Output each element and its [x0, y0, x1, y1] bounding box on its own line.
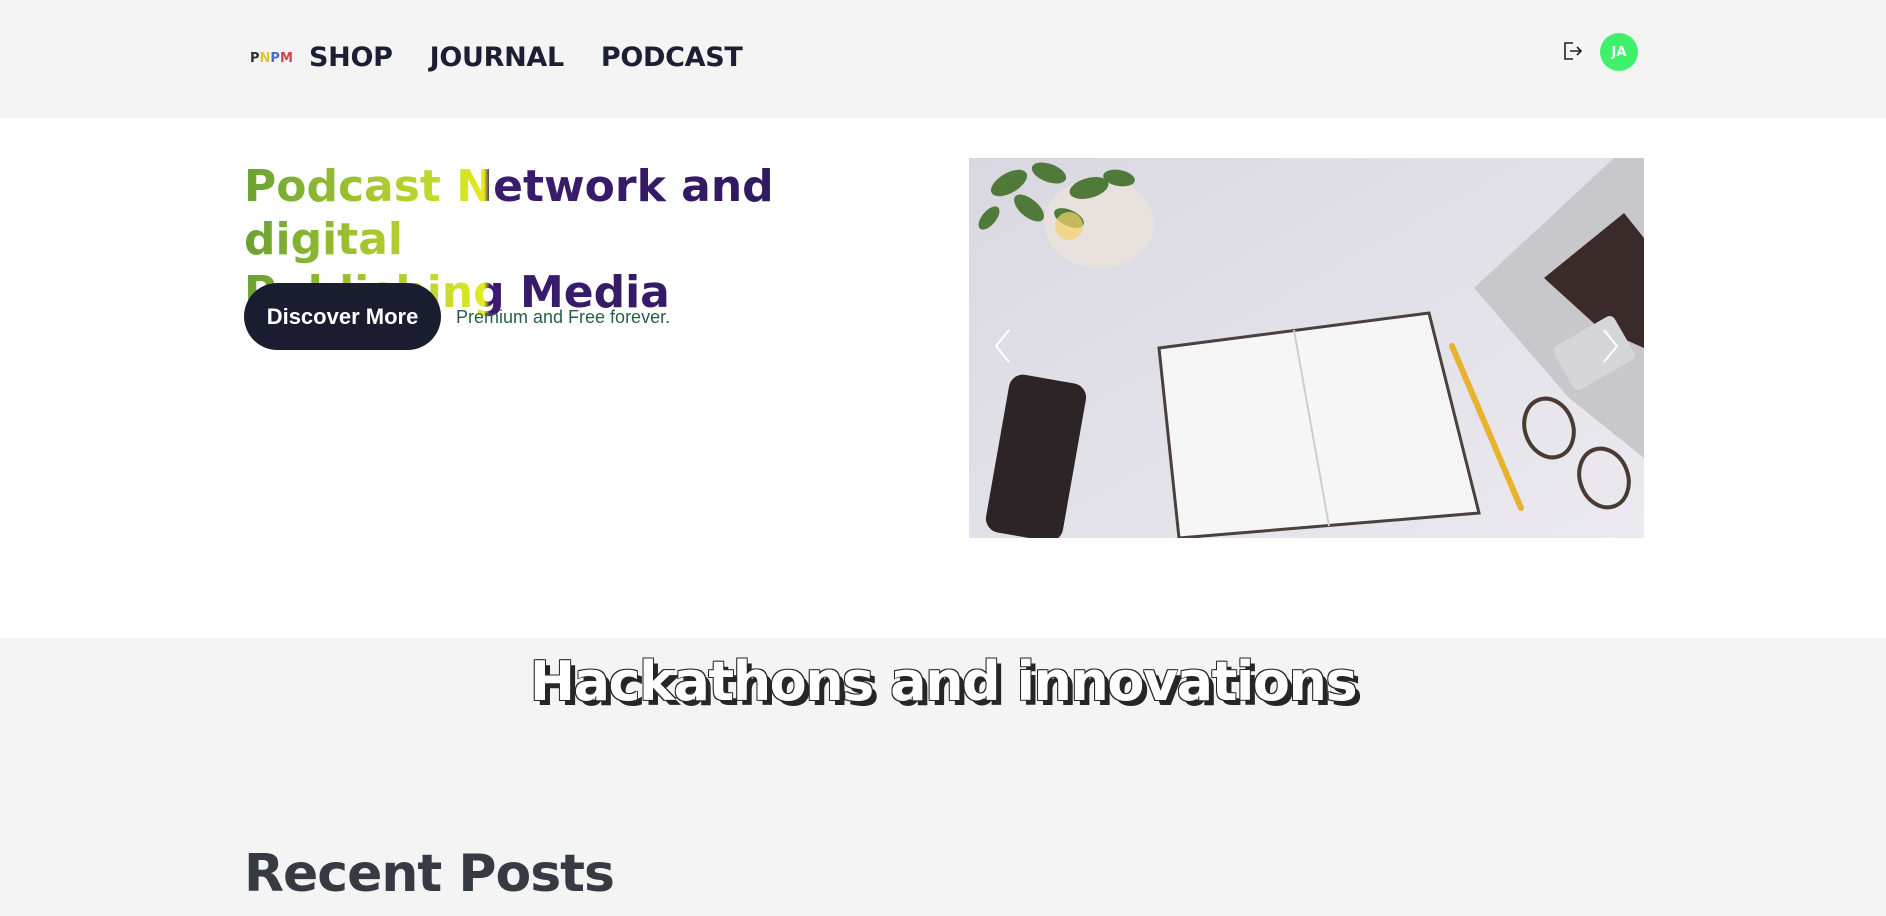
hero-tagline: Premium and Free forever. [456, 307, 671, 327]
carousel-image [969, 158, 1644, 538]
nav-link-podcast[interactable]: PODCAST [601, 42, 743, 73]
avatar-initials: JA [1611, 44, 1627, 60]
chevron-left-icon[interactable] [993, 328, 1013, 364]
site-header: PNPM SHOP JOURNAL PODCAST JA [0, 0, 1886, 118]
nav-link-shop[interactable]: SHOP [309, 42, 393, 73]
logo-letter: P [270, 51, 280, 66]
logo-letter: M [279, 51, 293, 66]
section-title: Hackathons and innovations [529, 650, 1358, 713]
main-nav: SHOP JOURNAL PODCAST [309, 42, 743, 73]
hero-title-line-1: Podcast Network and digital [244, 161, 774, 265]
logo-letter: N [259, 51, 271, 66]
nav-link-journal[interactable]: JOURNAL [430, 42, 565, 73]
recent-posts-title: Recent Posts [244, 844, 615, 904]
chevron-right-icon[interactable] [1600, 328, 1620, 364]
logo-letter: P [250, 51, 260, 66]
discover-more-button[interactable]: Discover More [244, 283, 441, 350]
avatar[interactable]: JA [1600, 33, 1638, 71]
hero-carousel[interactable] [969, 158, 1644, 538]
logo[interactable]: PNPM [250, 51, 293, 66]
logout-icon[interactable] [1562, 40, 1584, 62]
